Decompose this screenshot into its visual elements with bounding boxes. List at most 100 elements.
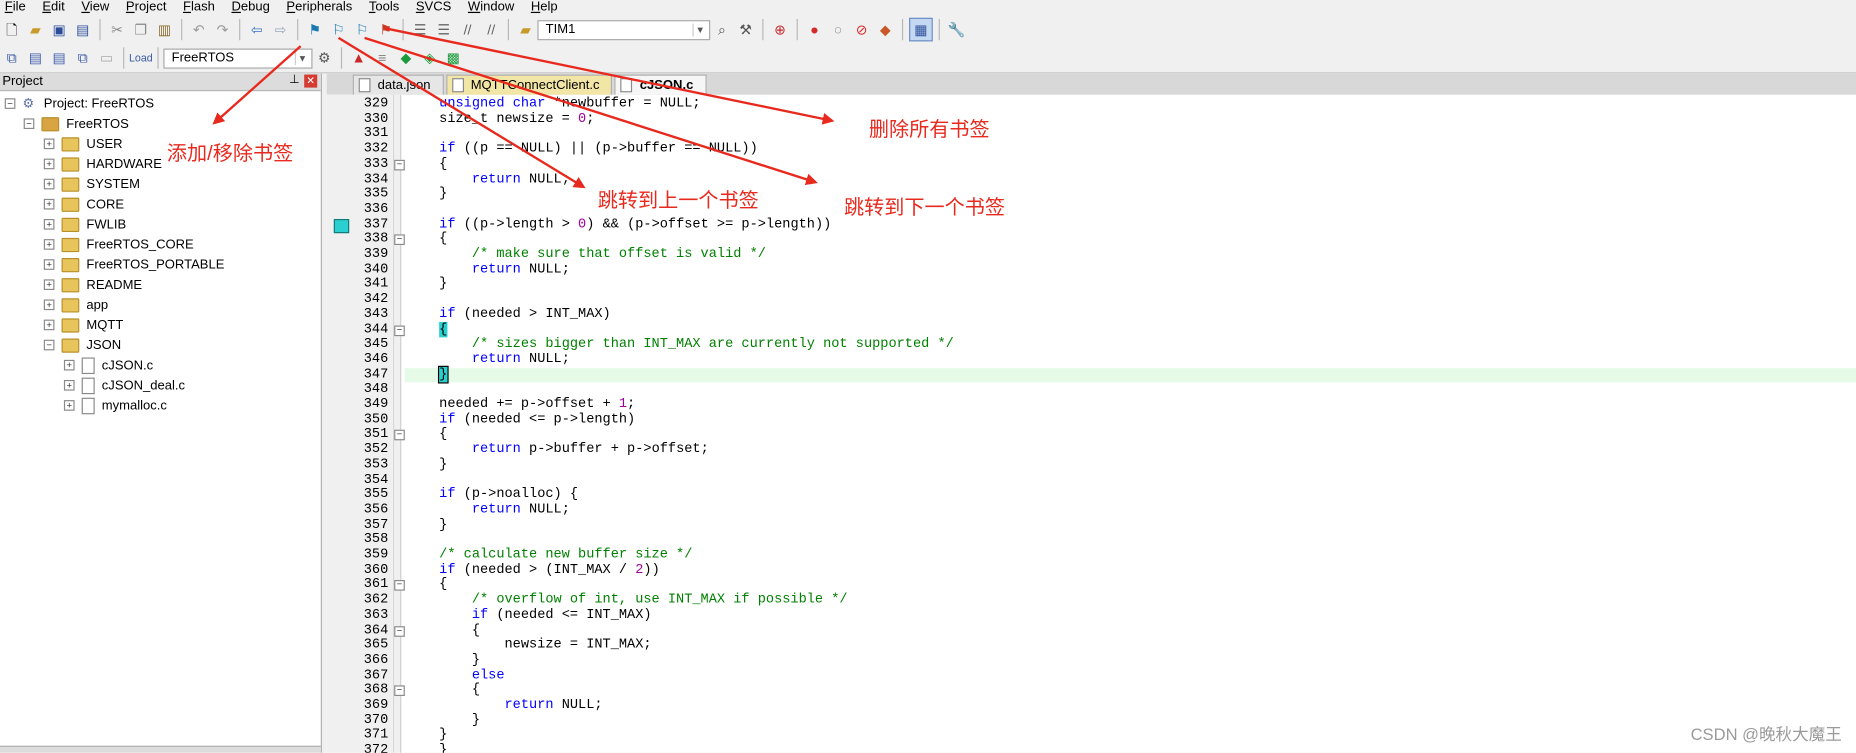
chevron-down-icon[interactable]: ▼ [294, 51, 309, 65]
fold-toggle-icon[interactable]: − [394, 580, 405, 592]
save-all-icon[interactable]: ▤ [72, 19, 93, 40]
tree-root[interactable]: − ⚙ Project: FreeRTOS [4, 94, 154, 114]
next-bookmark-icon[interactable]: ⚐ [352, 19, 373, 40]
debug-session-icon[interactable]: ⊕ [769, 19, 790, 40]
paste-icon[interactable]: ▥ [154, 19, 175, 40]
fold-toggle-icon[interactable]: − [394, 159, 405, 171]
fold-toggle-icon[interactable]: − [394, 625, 405, 637]
chevron-down-icon[interactable]: ▼ [692, 23, 706, 37]
find-icon[interactable]: ⌕ [711, 19, 732, 40]
tree-file[interactable]: + cJSON.c [63, 355, 153, 375]
rte-icon[interactable]: ▩ [443, 47, 464, 68]
project-target-combo[interactable]: FreeRTOS ▼ [163, 47, 313, 69]
insert-breakpoint-icon[interactable]: ● [804, 19, 825, 40]
collapse-icon[interactable]: − [43, 339, 55, 351]
tree-file[interactable]: + mymalloc.c [63, 395, 167, 415]
tree-group[interactable]: + MQTT [43, 315, 123, 335]
expand-icon[interactable]: + [43, 158, 55, 170]
clear-all-bookmarks-icon[interactable]: ⚑ [375, 19, 396, 40]
rebuild-icon[interactable]: ▤ [49, 47, 70, 68]
expand-icon[interactable]: + [43, 218, 55, 230]
file-extensions-icon[interactable]: ▲ [348, 47, 369, 68]
cut-icon[interactable]: ✂ [107, 19, 128, 40]
uncomment-icon[interactable]: // [481, 19, 502, 40]
navigate-forward-icon[interactable]: ⇨ [270, 19, 291, 40]
previous-bookmark-icon[interactable]: ⚐ [328, 19, 349, 40]
fold-toggle-icon[interactable]: − [394, 324, 405, 336]
tree-group[interactable]: + FreeRTOS_CORE [43, 234, 194, 254]
undo-icon[interactable]: ↶ [188, 19, 209, 40]
redo-icon[interactable]: ↷ [212, 19, 233, 40]
incremental-find-icon[interactable]: ⚒ [735, 19, 756, 40]
comment-icon[interactable]: // [457, 19, 478, 40]
menu-flash[interactable]: Flash [183, 0, 215, 15]
expand-icon[interactable]: + [43, 279, 55, 291]
expand-icon[interactable]: + [43, 259, 55, 270]
disable-breakpoints-icon[interactable]: ⊘ [851, 19, 872, 40]
save-icon[interactable]: ▣ [49, 19, 70, 40]
fold-toggle-icon[interactable]: − [394, 685, 405, 697]
tree-group[interactable]: + SYSTEM [43, 174, 140, 194]
expand-icon[interactable]: + [43, 138, 55, 150]
batch-build-icon[interactable]: ⧉ [72, 47, 93, 68]
pack-installer-icon[interactable]: ◆ [395, 47, 416, 68]
fold-toggle-icon[interactable]: − [394, 234, 405, 246]
tree-group[interactable]: + README [43, 275, 142, 295]
tree-group[interactable]: + FWLIB [43, 214, 126, 234]
expand-icon[interactable]: + [43, 178, 55, 190]
collapse-icon[interactable]: − [4, 98, 16, 109]
close-icon[interactable]: ✕ [304, 74, 318, 88]
menu-svcs[interactable]: SVCS [416, 0, 451, 15]
expand-icon[interactable]: + [63, 379, 75, 391]
pane-bottom-tabs[interactable] [0, 745, 321, 753]
tab-mqttconnectclient-c[interactable]: MQTTConnectClient.c [445, 74, 613, 95]
translate-icon[interactable]: ⧉ [1, 47, 22, 68]
find-in-files-icon[interactable]: ▰ [515, 19, 536, 40]
tree-group[interactable]: + USER [43, 134, 123, 154]
pin-icon[interactable]: ⊥ [289, 73, 299, 86]
expand-icon[interactable]: + [43, 239, 55, 250]
navigate-back-icon[interactable]: ⇦ [246, 19, 267, 40]
build-icon[interactable]: ▤ [25, 47, 46, 68]
manage-rte-icon[interactable]: ≡ [372, 47, 393, 68]
toggle-bookmark-icon[interactable]: ⚑ [304, 19, 325, 40]
indent-icon[interactable]: ☰ [410, 19, 431, 40]
menu-help[interactable]: Help [531, 0, 558, 15]
tree-group[interactable]: + CORE [43, 194, 124, 214]
menu-window[interactable]: Window [468, 0, 514, 15]
configure-icon[interactable]: 🔧 [946, 19, 967, 40]
collapse-icon[interactable]: − [23, 118, 35, 130]
unindent-icon[interactable]: ☰ [433, 19, 454, 40]
tree-file[interactable]: + cJSON_deal.c [63, 375, 185, 395]
select-packs-icon[interactable]: ◈ [419, 47, 440, 68]
fold-toggle-icon[interactable]: − [394, 430, 405, 441]
new-file-icon[interactable]: 🗋 [1, 19, 22, 40]
tree-group[interactable]: + HARDWARE [43, 154, 162, 174]
menu-project[interactable]: Project [126, 0, 167, 15]
code-area[interactable]: 329 unsigned char *newbuffer = NULL; 330 s… [326, 94, 1856, 753]
expand-icon[interactable]: + [43, 299, 55, 311]
tab-data-json[interactable]: data.json [352, 74, 444, 95]
tree-group[interactable]: + FreeRTOS_PORTABLE [43, 254, 224, 274]
expand-icon[interactable]: + [63, 400, 75, 411]
enable-breakpoint-icon[interactable]: ○ [827, 19, 848, 40]
menu-debug[interactable]: Debug [231, 0, 269, 15]
tree-group[interactable]: − JSON [43, 335, 121, 355]
stop-build-icon[interactable]: ▭ [96, 47, 117, 68]
menu-file[interactable]: File [5, 0, 26, 15]
tab-cjson-c[interactable]: cJSON.c [614, 74, 707, 95]
download-icon[interactable]: Load [129, 47, 153, 68]
target-combo[interactable]: TIM1 ▼ [537, 19, 711, 40]
tree-target[interactable]: − FreeRTOS [23, 114, 129, 134]
menu-view[interactable]: View [81, 0, 109, 15]
window-layout-icon[interactable]: ▦ [909, 17, 933, 42]
expand-icon[interactable]: + [63, 359, 75, 371]
menu-tools[interactable]: Tools [369, 0, 399, 15]
copy-icon[interactable]: ❐ [130, 19, 151, 40]
menu-peripherals[interactable]: Peripherals [286, 0, 352, 15]
kill-breakpoints-icon[interactable]: ◆ [875, 19, 896, 40]
open-file-icon[interactable]: ▰ [25, 19, 46, 40]
tree-group[interactable]: + app [43, 295, 108, 315]
expand-icon[interactable]: + [43, 198, 55, 210]
menu-edit[interactable]: Edit [42, 0, 64, 15]
